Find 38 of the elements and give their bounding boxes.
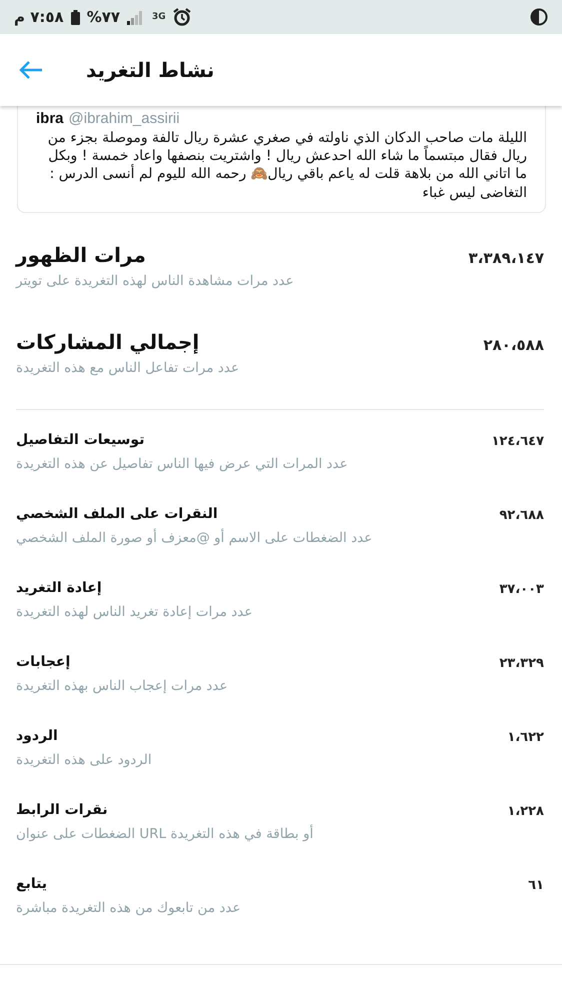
metric-value: ١،٦٢٢	[507, 730, 544, 745]
metric-value: ٣٧،٠٠٣	[499, 582, 544, 597]
metric-label: يتابع	[16, 876, 48, 892]
clock-time: ٧:٥٨ م	[14, 8, 64, 26]
half-moon-icon	[530, 8, 548, 26]
network-type: 3G	[152, 12, 166, 22]
metric-value: ٦١	[528, 878, 544, 893]
metric-description: عدد من تابعوك من هذه التغريدة مباشرة	[16, 900, 241, 916]
metric-description: عدد الضغطات على الاسم أو @معزف أو صورة الملف الشخصي	[16, 530, 372, 546]
metric-description: عدد مرات إعجاب الناس بهذه التغريدة	[16, 678, 228, 694]
metric-description: الضغطات على عنوان URL أو بطاقة في هذه التغريدة	[16, 826, 314, 842]
author-handle: @ibrahim_assirii	[68, 110, 180, 127]
metric-value: ١٢٤،٦٤٧	[491, 434, 544, 449]
metric-label: مرات الظهور	[16, 242, 146, 267]
metric-label: إعجابات	[16, 654, 70, 670]
metric-value: ١،٢٢٨	[507, 804, 544, 819]
battery-percent: %٧٧	[86, 8, 120, 26]
metric-label: إعادة التغريد	[16, 580, 102, 596]
alarm-icon	[172, 8, 191, 26]
metric-description: عدد المرات التي عرض فيها الناس تفاصيل عن هذه التغريدة	[16, 456, 348, 472]
metric-label: إجمالي المشاركات	[16, 330, 200, 354]
tweet-card[interactable]	[17, 106, 546, 213]
metric-value: ٣،٣٨٩،١٤٧	[468, 248, 544, 267]
metric-value: ٢٨٠،٥٨٨	[483, 336, 544, 354]
metric-label: النقرات على الملف الشخصي	[16, 506, 218, 522]
metric-description: عدد مرات مشاهدة الناس لهذه التغريدة على تويتر	[16, 272, 294, 289]
metric-value: ٢٣،٣٢٩	[499, 656, 544, 671]
metric-label: نقرات الرابط	[16, 802, 108, 818]
metric-value: ٩٢،٦٨٨	[499, 508, 544, 523]
metric-label: توسيعات التفاصيل	[16, 432, 144, 448]
tweet-text: الليلة مات صاحب الدكان الذي ناولته في صغري عشرة ريال تالفة وموصلة بجزء من ريال فقال مبتسماً ما شاء الله احدعش ريال ! واشتريت بنصفها واعاد خمسة ! وبكل ما اتاني الله من بلاهة قلت له ياعم باقي ريال🙈 رحمه الله لليوم لم أنسى الدرس : التغاضى ليس غباء	[46, 129, 527, 202]
page-title: نشاط التغريد	[86, 58, 214, 82]
metric-description: عدد مرات تفاعل الناس مع هذه التغريدة	[16, 360, 240, 376]
metric-description: الردود على هذه التغريدة	[16, 752, 152, 768]
battery-icon	[70, 10, 80, 24]
author-name: ibra	[36, 110, 64, 127]
metric-label: الردود	[16, 728, 58, 744]
metric-description: عدد مرات إعادة تغريد الناس لهذه التغريدة	[16, 604, 252, 620]
